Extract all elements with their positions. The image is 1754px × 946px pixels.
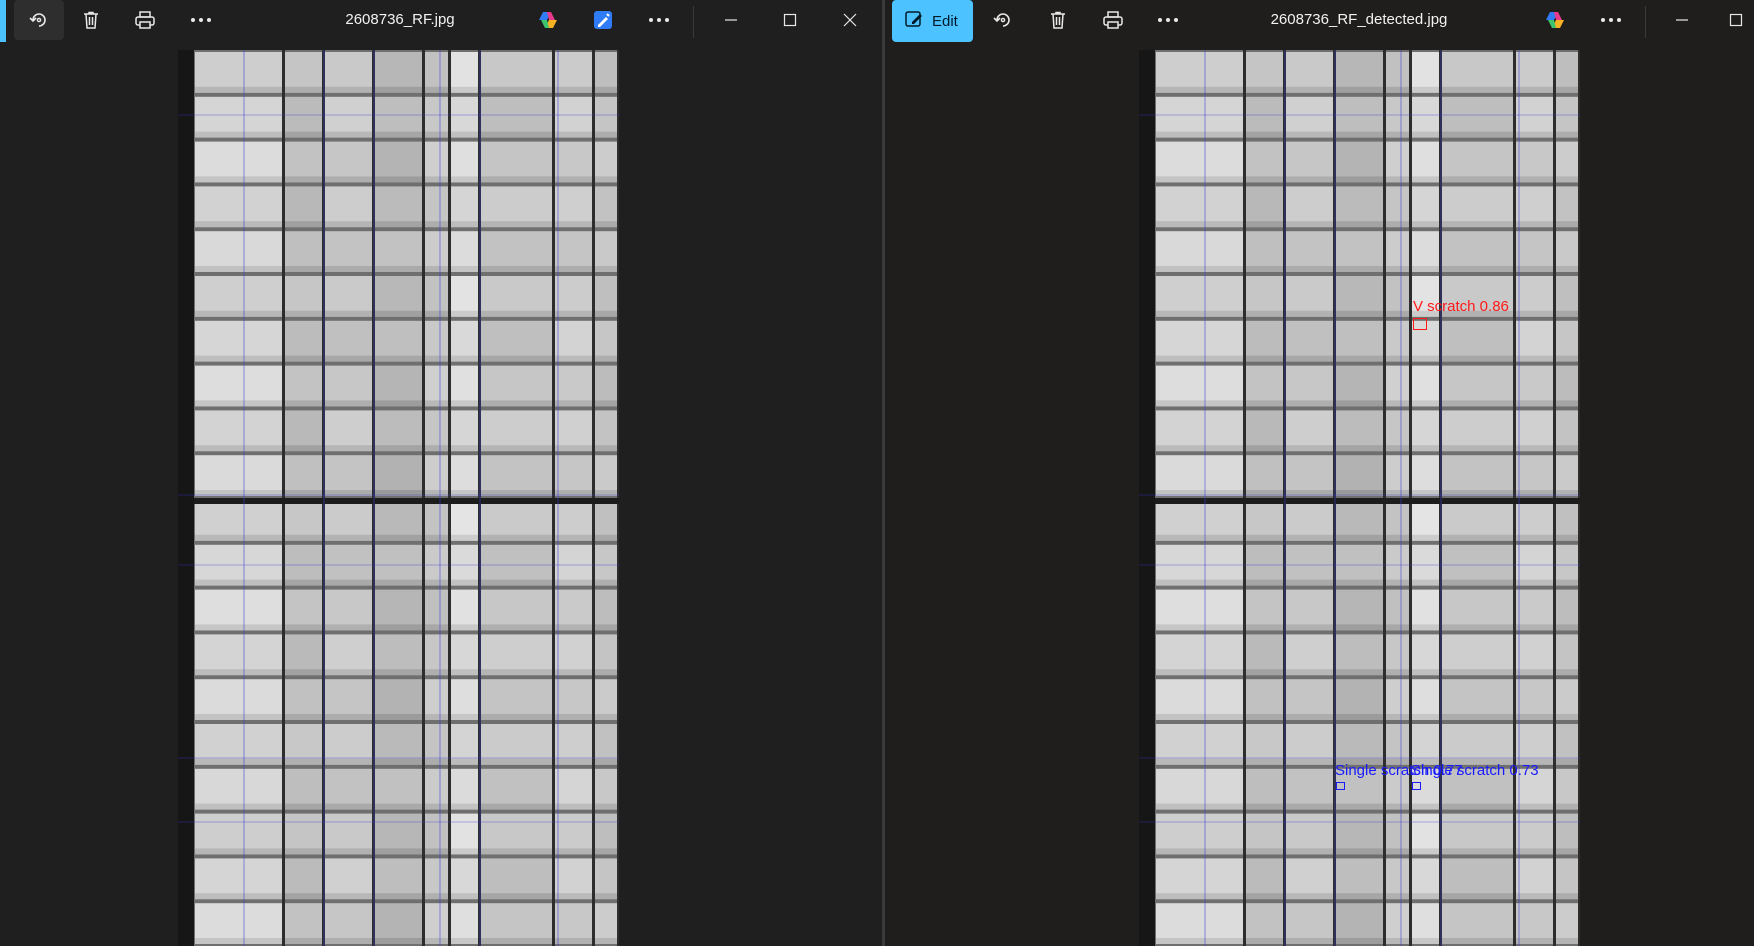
designer-icon (593, 10, 613, 30)
more-icon (1600, 17, 1622, 23)
minimize-button[interactable] (1659, 0, 1705, 40)
rotate-button[interactable] (14, 0, 64, 40)
designer-button[interactable] (580, 0, 626, 40)
print-icon (134, 10, 156, 30)
maximize-icon (783, 13, 797, 27)
edit-label: Edit (932, 12, 958, 30)
more-button[interactable] (1145, 0, 1191, 40)
maximize-icon (1729, 13, 1743, 27)
print-button[interactable] (122, 0, 168, 40)
detection-box-single-scratch-1 (1336, 782, 1345, 790)
close-icon (843, 13, 857, 27)
solar-cell-grid (1139, 50, 1580, 946)
copilot-icon (1544, 9, 1566, 31)
minimize-icon (1675, 13, 1689, 27)
copilot-icon (537, 9, 559, 31)
detection-label-v-scratch: V scratch 0.86 (1413, 298, 1509, 315)
panel-render (1139, 50, 1580, 946)
more-icon (190, 17, 212, 23)
edit-icon (904, 9, 924, 33)
delete-icon (1048, 10, 1068, 30)
solar-cell-grid (178, 50, 619, 946)
toolbar-separator (693, 6, 694, 38)
more-icon (1157, 17, 1179, 23)
toolbar: 2608736_RF.jpg (0, 0, 882, 44)
delete-icon (81, 10, 101, 30)
more-button-2[interactable] (1588, 0, 1634, 40)
rotate-icon (28, 9, 50, 31)
file-title: 2608736_RF.jpg (345, 11, 455, 28)
file-title: 2608736_RF_detected.jpg (1270, 11, 1448, 28)
delete-button[interactable] (1035, 0, 1081, 40)
rotate-button[interactable] (980, 0, 1026, 40)
print-icon (1102, 10, 1124, 30)
close-button[interactable] (825, 0, 875, 40)
more-button[interactable] (178, 0, 224, 40)
window-accent (0, 0, 6, 42)
panel-render (178, 50, 619, 946)
maximize-button[interactable] (765, 0, 815, 40)
photo-viewer-window-detected: Edit 2608736_RF_detected.jpg V scratch 0… (885, 0, 1754, 946)
print-button[interactable] (1090, 0, 1136, 40)
solar-panel-el-image-detected (1139, 50, 1580, 946)
edit-button[interactable]: Edit (892, 0, 973, 42)
copilot-button[interactable] (525, 0, 571, 40)
detection-box-single-scratch-2 (1412, 782, 1421, 790)
copilot-button[interactable] (1532, 0, 1578, 40)
solar-panel-el-image (178, 50, 619, 946)
more-button-2[interactable] (636, 0, 682, 40)
detection-box-v-scratch (1413, 318, 1427, 330)
toolbar-separator (1645, 6, 1646, 38)
minimize-button[interactable] (706, 0, 756, 40)
maximize-button[interactable] (1713, 0, 1754, 40)
detection-label-single-scratch-2: Single scratch 0.73 (1411, 762, 1539, 779)
more-icon (648, 17, 670, 23)
minimize-icon (724, 13, 738, 27)
toolbar: Edit 2608736_RF_detected.jpg (885, 0, 1754, 44)
delete-button[interactable] (68, 0, 114, 40)
photo-viewer-window-original: 2608736_RF.jpg (0, 0, 882, 946)
rotate-icon (992, 9, 1014, 31)
